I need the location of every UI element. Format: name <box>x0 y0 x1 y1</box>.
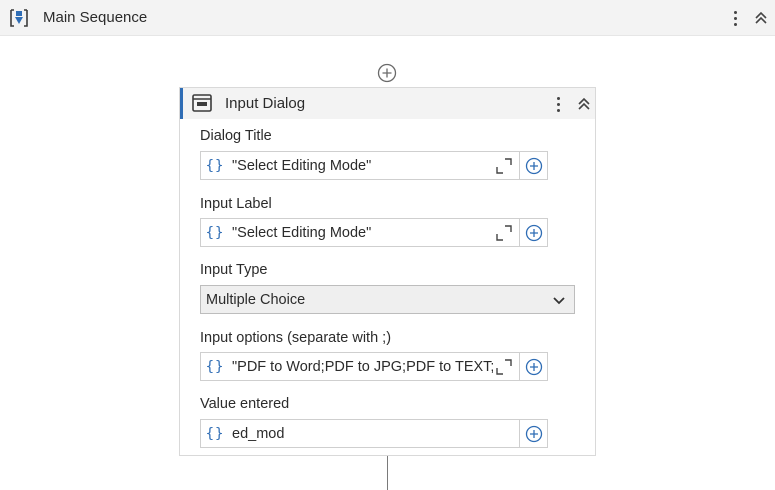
input-type-value: Multiple Choice <box>206 291 306 308</box>
plus-circle-icon <box>525 157 542 174</box>
expand-editor-icon[interactable] <box>493 356 515 378</box>
more-vertical-icon[interactable] <box>726 7 744 29</box>
expression-icon: {} <box>205 425 225 442</box>
input-options-value[interactable]: "PDF to Word;PDF to JPG;PDF to TEXT;WOR <box>229 359 493 375</box>
input-options-field[interactable]: {} "PDF to Word;PDF to JPG;PDF to TEXT;W… <box>200 352 548 381</box>
input-dialog-icon <box>192 94 212 112</box>
add-activity-icon[interactable] <box>377 63 397 83</box>
add-variable-button[interactable] <box>519 353 547 380</box>
sequence-title: Main Sequence <box>43 9 148 26</box>
input-type-select[interactable]: Multiple Choice <box>200 285 575 314</box>
input-options-label: Input options (separate with ;) <box>200 330 392 346</box>
input-label-label: Input Label <box>200 196 272 212</box>
dialog-title-label: Dialog Title <box>200 128 272 144</box>
activity-header[interactable]: Input Dialog <box>180 88 595 119</box>
value-entered-value[interactable]: ed_mod <box>229 426 519 442</box>
double-chevron-up-icon[interactable] <box>575 93 593 115</box>
plus-circle-icon <box>525 425 542 442</box>
sequence-icon <box>10 9 28 27</box>
dialog-title-value[interactable]: "Select Editing Mode" <box>229 158 493 174</box>
sequence-header: Main Sequence <box>0 0 775 36</box>
plus-circle-icon <box>525 224 542 241</box>
input-dialog-activity[interactable]: Input Dialog Dialog Title {} "Select Edi… <box>179 87 596 456</box>
flow-connector <box>387 456 388 490</box>
expand-editor-icon[interactable] <box>493 155 515 177</box>
input-label-field[interactable]: {} "Select Editing Mode" <box>200 218 548 247</box>
add-variable-button[interactable] <box>519 152 547 179</box>
activity-title: Input Dialog <box>225 95 306 112</box>
chevron-down-icon <box>553 296 565 304</box>
value-entered-field[interactable]: {} ed_mod <box>200 419 548 448</box>
input-type-label: Input Type <box>200 262 268 278</box>
expression-icon: {} <box>205 224 225 241</box>
expand-editor-icon[interactable] <box>493 222 515 244</box>
value-entered-label: Value entered <box>200 396 290 412</box>
dialog-title-field[interactable]: {} "Select Editing Mode" <box>200 151 548 180</box>
double-chevron-up-icon[interactable] <box>752 7 770 29</box>
input-label-value[interactable]: "Select Editing Mode" <box>229 225 493 241</box>
add-variable-button[interactable] <box>519 420 547 447</box>
plus-circle-icon <box>525 358 542 375</box>
add-variable-button[interactable] <box>519 219 547 246</box>
expression-icon: {} <box>205 157 225 174</box>
expression-icon: {} <box>205 358 225 375</box>
more-vertical-icon[interactable] <box>549 93 567 115</box>
